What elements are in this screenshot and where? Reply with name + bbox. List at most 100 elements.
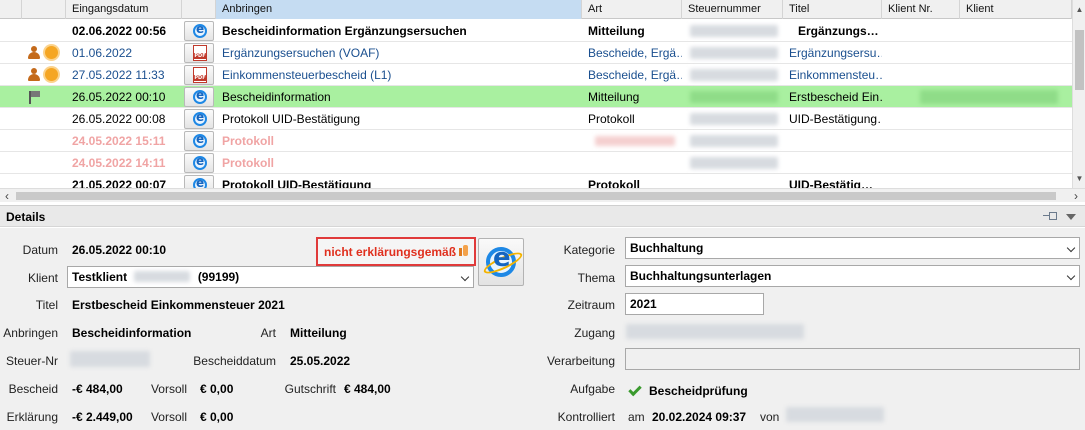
klient-name: Testklient xyxy=(72,270,128,284)
header-col-eingangsdatum[interactable]: Eingangsdatum xyxy=(66,0,182,19)
redacted-steuernummer xyxy=(690,91,778,103)
pin-icon[interactable] xyxy=(1043,211,1057,221)
header-col-flags[interactable] xyxy=(22,0,66,19)
redacted-steuernummer xyxy=(690,135,778,147)
table-row[interactable]: 21.05.2022 00:07 Protokoll UID-Bestätigu… xyxy=(0,174,1072,188)
cell-titel: Einkommensteu… xyxy=(789,68,882,82)
thumbs-down-icon xyxy=(459,245,469,257)
vorsoll-value: € 0,00 xyxy=(200,382,234,396)
thema-select[interactable]: Buchhaltungsunterlagen xyxy=(625,265,1080,287)
table-row-selected[interactable]: 26.05.2022 00:10 Bescheidinformation Mit… xyxy=(0,86,1072,108)
status-badge[interactable]: nicht erklärungsgemäß xyxy=(316,237,476,266)
cell-eingangsdatum: 24.05.2022 15:11 xyxy=(72,134,166,148)
table-row[interactable]: 24.05.2022 14:11 Protokoll xyxy=(0,152,1072,174)
cell-anbringen: Protokoll xyxy=(222,156,275,170)
scroll-up-icon[interactable]: ▲ xyxy=(1073,3,1085,16)
header-col-document[interactable] xyxy=(182,0,216,19)
von-label: von xyxy=(760,410,780,424)
open-document-button[interactable] xyxy=(184,175,214,188)
bescheiddatum-value: 25.05.2022 xyxy=(290,354,351,368)
open-document-button[interactable] xyxy=(184,153,214,173)
cell-titel: Erstbescheid Ein… xyxy=(789,90,882,104)
table-row[interactable]: 24.05.2022 15:11 Protokoll xyxy=(0,130,1072,152)
chevron-down-icon xyxy=(460,272,470,282)
open-document-button[interactable] xyxy=(184,87,214,107)
klient-select[interactable]: Testklient (99199) xyxy=(67,266,474,288)
vorsoll-label: Vorsoll xyxy=(150,382,187,396)
art-value: Mitteilung xyxy=(290,326,347,340)
open-document-button[interactable] xyxy=(184,65,214,85)
redacted-user xyxy=(786,407,884,422)
titel-value: Erstbescheid Einkommensteuer 2021 xyxy=(72,298,285,312)
sun-icon xyxy=(45,46,58,59)
erklaerung-value: -€ 2.449,00 xyxy=(72,410,133,424)
kategorie-select[interactable]: Buchhaltung xyxy=(625,237,1080,259)
vorsoll-label: Vorsoll xyxy=(150,410,187,424)
vorsoll-value: € 0,00 xyxy=(200,410,234,424)
chevron-down-icon xyxy=(1066,243,1076,253)
cell-art: Bescheide, Ergä… xyxy=(588,46,682,60)
internet-explorer-icon xyxy=(486,243,516,277)
header-col-klient-nr[interactable]: Klient Nr. xyxy=(882,0,960,19)
details-title: Details xyxy=(6,210,46,224)
aufgabe-value: Bescheidprüfung xyxy=(649,384,748,398)
verarbeitung-label: Verarbeitung xyxy=(546,354,615,368)
header-col-status[interactable] xyxy=(0,0,22,19)
check-icon xyxy=(628,382,642,397)
bescheid-value: -€ 484,00 xyxy=(72,382,123,396)
open-document-button[interactable] xyxy=(184,109,214,129)
kontrolliert-date: 20.02.2024 09:37 xyxy=(652,410,747,424)
browser-document-icon xyxy=(193,154,207,170)
open-document-button[interactable] xyxy=(184,131,214,151)
horizontal-scrollbar[interactable]: ‹ › xyxy=(0,188,1085,203)
cell-titel: Ergänzungs… xyxy=(798,24,879,38)
anbringen-value: Bescheidinformation xyxy=(72,326,192,340)
header-col-art[interactable]: Art xyxy=(582,0,682,19)
cell-anbringen: Ergänzungsersuchen (VOAF) xyxy=(222,46,380,60)
header-col-anbringen[interactable]: Anbringen xyxy=(216,0,582,19)
table-row[interactable]: 01.06.2022 Ergänzungsersuchen (VOAF) Bes… xyxy=(0,42,1072,64)
table-row[interactable]: 27.05.2022 11:33 Einkommensteuerbescheid… xyxy=(0,64,1072,86)
open-document-button[interactable] xyxy=(478,238,524,286)
gutschrift-label: Gutschrift xyxy=(284,382,336,396)
vertical-scrollbar[interactable]: ▲ ▼ xyxy=(1072,0,1085,188)
scroll-down-icon[interactable]: ▼ xyxy=(1073,172,1085,185)
redacted-steuernummer xyxy=(690,47,778,59)
gutschrift-value: € 484,00 xyxy=(344,382,391,396)
grid-header: Eingangsdatum Anbringen Art Steuernummer… xyxy=(0,0,1072,19)
table-row[interactable]: 02.06.2022 00:56 Bescheidinformation Erg… xyxy=(0,20,1072,42)
redacted-steuernr xyxy=(70,351,150,367)
header-col-titel[interactable]: Titel xyxy=(783,0,882,19)
table-row[interactable]: 26.05.2022 00:08 Protokoll UID-Bestätigu… xyxy=(0,108,1072,130)
cell-anbringen: Protokoll xyxy=(222,134,275,148)
verarbeitung-input[interactable] xyxy=(625,348,1080,370)
redacted-steuernummer xyxy=(690,157,778,169)
grid-rows: 02.06.2022 00:56 Bescheidinformation Erg… xyxy=(0,20,1072,188)
art-label: Art xyxy=(260,326,276,340)
panel-menu-icon[interactable] xyxy=(1066,214,1076,220)
open-document-button[interactable] xyxy=(184,21,214,41)
cell-art: Protokoll xyxy=(588,178,641,188)
horizontal-scroll-thumb[interactable] xyxy=(16,192,1056,200)
cell-eingangsdatum: 27.05.2022 11:33 xyxy=(72,68,165,82)
zeitraum-input[interactable]: 2021 xyxy=(625,293,764,315)
documents-grid[interactable]: Eingangsdatum Anbringen Art Steuernummer… xyxy=(0,0,1085,203)
browser-document-icon xyxy=(193,22,207,38)
bescheiddatum-label: Bescheiddatum xyxy=(193,354,276,368)
cell-titel: UID-Bestätigung… xyxy=(789,112,882,126)
browser-document-icon xyxy=(193,176,207,188)
open-document-button[interactable] xyxy=(184,43,214,63)
header-col-klient[interactable]: Klient xyxy=(960,0,1072,19)
erklaerung-label: Erklärung xyxy=(6,410,58,424)
flag-icon xyxy=(29,91,41,104)
scroll-right-icon[interactable]: › xyxy=(1069,189,1083,203)
titel-label: Titel xyxy=(35,298,58,312)
am-label: am xyxy=(628,410,645,424)
vertical-scroll-thumb[interactable] xyxy=(1075,30,1084,90)
cell-anbringen: Protokoll UID-Bestätigung xyxy=(222,112,361,126)
zugang-label: Zugang xyxy=(574,326,615,340)
browser-document-icon xyxy=(193,88,207,104)
redacted-klient-name xyxy=(134,271,191,282)
header-col-steuernummer[interactable]: Steuernummer xyxy=(682,0,783,19)
scroll-left-icon[interactable]: ‹ xyxy=(0,189,14,203)
